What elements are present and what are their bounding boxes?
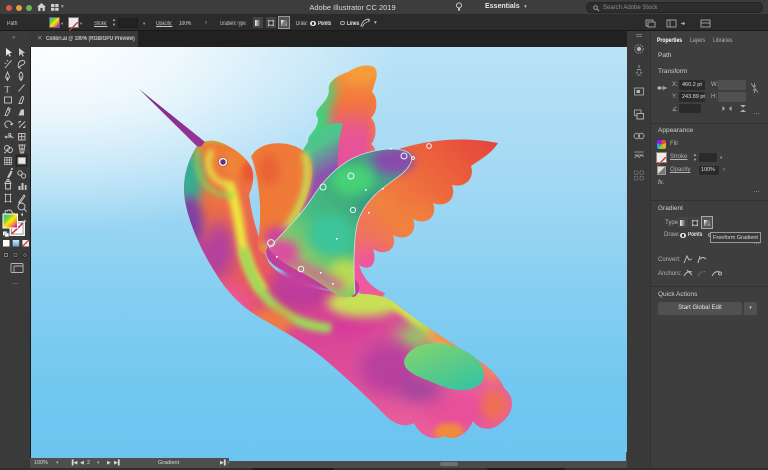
svg-text:T: T — [5, 85, 11, 95]
svg-text:…: … — [12, 279, 19, 286]
svg-text:»: » — [12, 35, 16, 41]
